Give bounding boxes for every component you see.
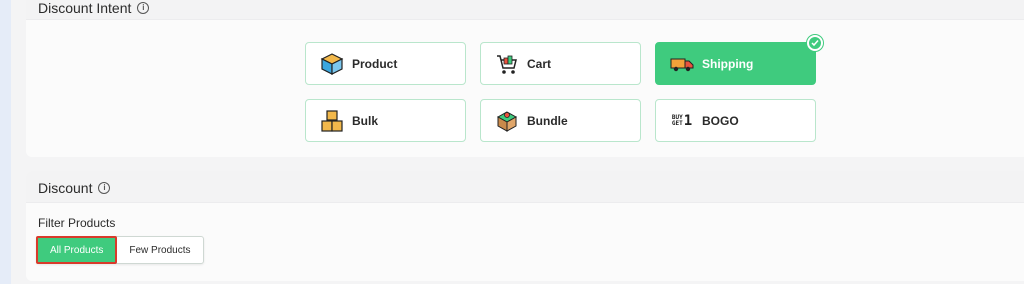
intent-option-shipping[interactable]: Shipping xyxy=(655,35,823,85)
buy-get-one-icon: BUY GET 1 xyxy=(670,109,694,133)
intent-option-product[interactable]: Product xyxy=(305,42,466,85)
left-side-strip xyxy=(0,0,11,284)
filter-products-toggle: All Products Few Products xyxy=(36,236,204,264)
bogo-icon-get-text: GET xyxy=(671,119,683,127)
intent-option-bogo[interactable]: BUY GET 1 BOGO xyxy=(655,99,816,142)
intent-option-label: Shipping xyxy=(702,56,754,71)
discount-intent-title: Discount Intent i xyxy=(38,0,150,16)
intent-option-label: Bundle xyxy=(527,113,568,128)
filter-few-products-button[interactable]: Few Products xyxy=(117,237,202,263)
stacked-boxes-icon xyxy=(320,109,344,133)
intent-option-cart[interactable]: Cart xyxy=(480,42,641,85)
discount-intent-title-text: Discount Intent xyxy=(38,0,132,16)
intent-option-label: Cart xyxy=(527,56,552,71)
intent-option-label: BOGO xyxy=(702,113,739,128)
intent-option-bulk[interactable]: Bulk xyxy=(305,99,466,142)
discount-title: Discount i xyxy=(38,180,111,196)
selected-check-icon xyxy=(807,35,823,51)
bundle-box-icon xyxy=(495,109,519,133)
discount-title-text: Discount xyxy=(38,180,93,196)
discount-card: Discount i Filter Products All Products … xyxy=(26,171,1024,281)
info-icon[interactable]: i xyxy=(98,182,111,194)
discount-intent-header: Discount Intent i xyxy=(26,0,1024,20)
bogo-icon-digit: 1 xyxy=(683,112,693,129)
filter-all-products-button[interactable]: All Products xyxy=(36,236,118,264)
shopping-cart-icon xyxy=(495,52,519,76)
intent-option-label: Product xyxy=(352,56,398,71)
delivery-truck-icon xyxy=(670,52,694,76)
package-icon xyxy=(320,52,344,76)
intent-options-grid: Product Cart Shipping Bulk Bundle BUY GE… xyxy=(305,35,823,143)
filter-products-label: Filter Products xyxy=(38,216,116,230)
discount-intent-card: Discount Intent i Product Cart Shipping … xyxy=(26,0,1024,157)
discount-header: Discount i xyxy=(26,171,1024,203)
intent-option-label: Bulk xyxy=(352,113,379,128)
intent-option-bundle[interactable]: Bundle xyxy=(480,99,641,142)
info-icon[interactable]: i xyxy=(137,2,150,14)
page-container: Discount Intent i Product Cart Shipping … xyxy=(11,0,1024,284)
